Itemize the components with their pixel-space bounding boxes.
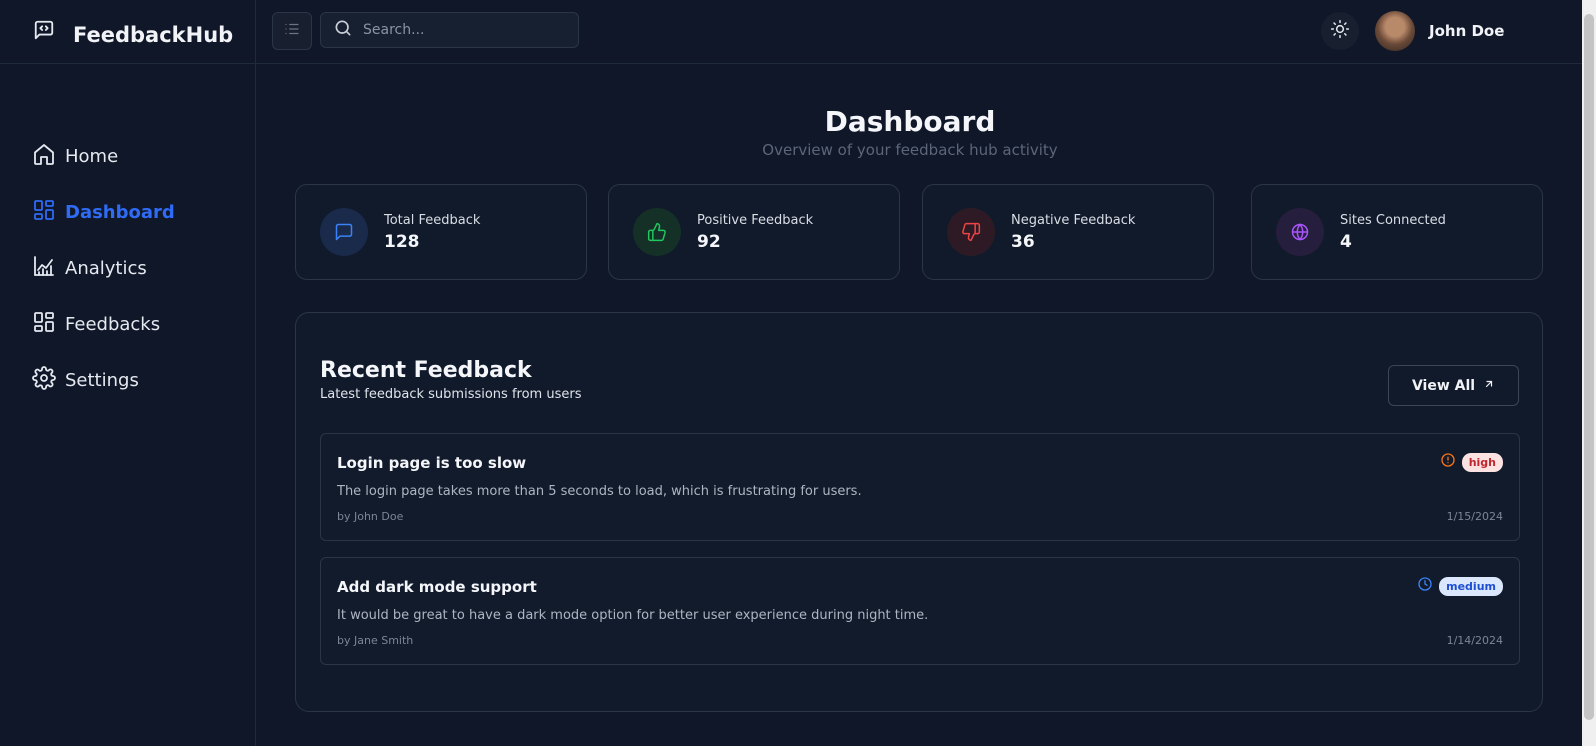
stat-card-sites-connected: Sites Connected 4 bbox=[1251, 184, 1543, 280]
page-subtitle: Overview of your feedback hub activity bbox=[762, 141, 1058, 159]
clock-icon bbox=[1417, 576, 1433, 596]
stat-value: 92 bbox=[697, 231, 721, 252]
brand-name: FeedbackHub bbox=[73, 22, 234, 47]
stat-label: Negative Feedback bbox=[1011, 212, 1136, 228]
feedback-author: by John Doe bbox=[337, 510, 404, 523]
sun-icon bbox=[1330, 19, 1350, 43]
page-scrollbar[interactable] bbox=[1582, 0, 1596, 746]
feedback-item[interactable]: Login page is too slow high The login pa… bbox=[320, 433, 1520, 541]
stat-card-negative-feedback: Negative Feedback 36 bbox=[922, 184, 1214, 280]
feedback-date: 1/14/2024 bbox=[1446, 634, 1503, 647]
sidebar-toggle-button[interactable] bbox=[272, 12, 312, 50]
stat-value: 36 bbox=[1011, 231, 1035, 252]
sidebar-item-label: Analytics bbox=[65, 257, 147, 279]
stat-label: Positive Feedback bbox=[697, 212, 814, 228]
globe-icon bbox=[1276, 208, 1324, 256]
feedback-description: The login page takes more than 5 seconds… bbox=[337, 484, 862, 499]
feedback-logo-icon bbox=[33, 19, 55, 45]
sidebar-item-home[interactable]: Home bbox=[0, 128, 255, 184]
sidebar-nav: Home Dashboard Analytics Feedbacks Setti… bbox=[0, 128, 255, 408]
theme-toggle-button[interactable] bbox=[1321, 12, 1359, 50]
priority-badge: medium bbox=[1439, 576, 1503, 596]
page-title: Dashboard bbox=[824, 105, 996, 138]
list-icon bbox=[283, 20, 301, 42]
arrow-up-right-icon bbox=[1483, 378, 1495, 394]
alert-circle-icon bbox=[1440, 452, 1456, 472]
feedback-author: by Jane Smith bbox=[337, 634, 414, 647]
thumbs-up-icon bbox=[633, 208, 681, 256]
brand[interactable]: FeedbackHub bbox=[0, 0, 255, 64]
stat-label: Sites Connected bbox=[1340, 212, 1446, 228]
sidebar-item-label: Home bbox=[65, 145, 119, 167]
feedback-description: It would be great to have a dark mode op… bbox=[337, 608, 929, 623]
sidebar-item-feedbacks[interactable]: Feedbacks bbox=[0, 296, 255, 352]
analytics-icon bbox=[32, 254, 56, 283]
feedback-title: Login page is too slow bbox=[337, 454, 527, 472]
view-all-button[interactable]: View All bbox=[1388, 365, 1519, 406]
stat-card-positive-feedback: Positive Feedback 92 bbox=[608, 184, 900, 280]
topbar: John Doe bbox=[255, 0, 1596, 64]
feedback-meta: high bbox=[1440, 452, 1503, 472]
feedbacks-icon bbox=[32, 310, 56, 339]
feedback-date: 1/15/2024 bbox=[1446, 510, 1503, 523]
sidebar-item-dashboard[interactable]: Dashboard bbox=[0, 184, 255, 240]
user-name[interactable]: John Doe bbox=[1429, 22, 1504, 40]
home-icon bbox=[32, 142, 56, 171]
view-all-label: View All bbox=[1411, 377, 1476, 394]
feedback-meta: medium bbox=[1417, 576, 1503, 596]
sidebar: FeedbackHub Home Dashboard Analytics Fee… bbox=[0, 0, 256, 746]
recent-feedback-subtitle: Latest feedback submissions from users bbox=[320, 387, 582, 402]
sidebar-item-analytics[interactable]: Analytics bbox=[0, 240, 255, 296]
search-icon bbox=[333, 18, 353, 42]
scrollbar-thumb[interactable] bbox=[1584, 14, 1594, 720]
dashboard-icon bbox=[32, 198, 56, 227]
feedback-item[interactable]: Add dark mode support medium It would be… bbox=[320, 557, 1520, 665]
sidebar-item-settings[interactable]: Settings bbox=[0, 352, 255, 408]
recent-feedback-title: Recent Feedback bbox=[320, 358, 532, 383]
sidebar-item-label: Feedbacks bbox=[65, 313, 161, 335]
stat-label: Total Feedback bbox=[384, 212, 481, 228]
settings-icon bbox=[32, 365, 56, 395]
thumbs-down-icon bbox=[947, 208, 995, 256]
sidebar-item-label: Settings bbox=[65, 369, 139, 391]
recent-feedback-panel: Recent Feedback Latest feedback submissi… bbox=[295, 312, 1543, 712]
stat-value: 128 bbox=[384, 231, 420, 252]
message-icon bbox=[320, 208, 368, 256]
search-input[interactable] bbox=[361, 21, 565, 39]
avatar[interactable] bbox=[1375, 11, 1415, 51]
feedback-title: Add dark mode support bbox=[337, 578, 537, 596]
sidebar-item-label: Dashboard bbox=[65, 201, 175, 223]
priority-badge: high bbox=[1461, 452, 1503, 472]
stat-card-total-feedback: Total Feedback 128 bbox=[295, 184, 587, 280]
search-box[interactable] bbox=[320, 12, 579, 48]
stat-value: 4 bbox=[1340, 231, 1352, 252]
